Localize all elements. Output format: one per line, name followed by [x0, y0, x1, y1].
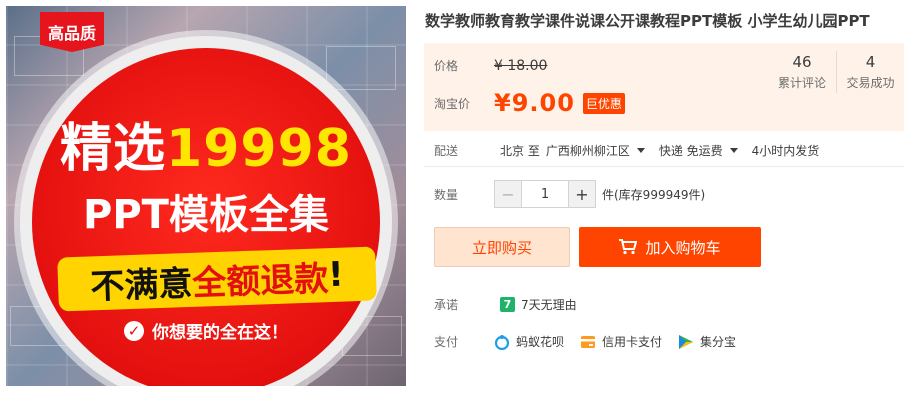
stock-info: 件(库存999949件): [602, 187, 706, 202]
payment-jifenbao[interactable]: 集分宝: [678, 333, 736, 350]
original-price: ¥ 18.00: [494, 57, 548, 74]
promo-price-label: 淘宝价: [434, 96, 471, 111]
chevron-down-icon: [729, 148, 738, 153]
payment-huabei[interactable]: 蚂蚁花呗: [494, 333, 564, 350]
payment-row: 支付 蚂蚁花呗 信用卡支付 集分宝: [434, 333, 752, 350]
seven-day-return-icon: 7: [500, 297, 515, 312]
stat-transactions[interactable]: 4 交易成功: [836, 51, 904, 93]
quantity-decrease-button[interactable]: −: [495, 181, 521, 207]
price-label: 价格: [434, 59, 459, 73]
cart-icon: [619, 239, 638, 255]
banner-text-black: 不满意: [89, 263, 194, 307]
product-main-image[interactable]: 高品质 精选19998 PPT模板全集 不满意 全额退款! ✓ 你想要的全在这！: [6, 6, 406, 386]
dispatch-time: 4小时内发货: [751, 144, 820, 158]
image-check-line: ✓ 你想要的全在这！: [6, 318, 406, 343]
shipping-method-select[interactable]: 快递 免运费: [659, 142, 738, 159]
payment-method-name: 集分宝: [700, 335, 737, 349]
stat-label: 累计评论: [777, 76, 826, 90]
original-price-row: 价格 ¥ 18.00: [434, 57, 547, 74]
divider: [424, 166, 904, 167]
shipping-method: 快递 免运费: [658, 144, 723, 158]
quantity-label: 数量: [434, 187, 459, 202]
check-circle-icon: ✓: [124, 320, 144, 341]
banner-text-exclaim: !: [327, 254, 345, 296]
jifenbao-icon: [679, 334, 694, 349]
promo-tag: 巨优惠: [582, 92, 625, 114]
stat-number: 4: [865, 53, 876, 71]
delivery-from: 北京 至: [500, 144, 540, 158]
promise-row: 承诺 7 7天无理由: [434, 296, 577, 313]
add-to-cart-label: 加入购物车: [645, 238, 721, 257]
high-quality-badge: 高品质: [40, 12, 104, 52]
stat-reviews[interactable]: 46 累计评论: [768, 51, 836, 93]
add-to-cart-button[interactable]: 加入购物车: [579, 227, 761, 267]
image-headline-prefix: 精选: [60, 119, 167, 179]
product-title: 数学教师教育教学课件说课公开课教程PPT模板 小学生幼儿园PPT: [425, 12, 870, 30]
promo-price-row: 淘宝价 ¥9.00 巨优惠: [434, 89, 625, 117]
delivery-destination: 广西柳州柳江区: [545, 144, 630, 158]
delivery-row: 配送 北京 至 广西柳州柳江区 快递 免运费 4小时内发货: [434, 142, 819, 159]
payment-label: 支付: [434, 335, 459, 349]
quantity-input[interactable]: [521, 181, 569, 207]
promo-price: ¥9.00: [494, 89, 575, 117]
credit-card-icon: [581, 335, 596, 348]
image-refund-banner: 不满意 全额退款!: [57, 246, 377, 312]
quantity-stepper: − +: [494, 180, 596, 208]
stat-number: 46: [792, 53, 812, 71]
stat-label: 交易成功: [846, 76, 895, 90]
delivery-destination-select[interactable]: 广西柳州柳江区: [546, 142, 645, 159]
chevron-down-icon: [636, 148, 645, 153]
image-tile: [326, 46, 396, 90]
quantity-increase-button[interactable]: +: [569, 181, 595, 207]
banner-text-red: 全额退款: [191, 258, 329, 304]
delivery-label: 配送: [434, 144, 459, 158]
image-check-text: 你想要的全在这！: [152, 323, 288, 343]
payment-method-name: 蚂蚁花呗: [516, 335, 565, 349]
promise-label: 承诺: [434, 298, 459, 312]
price-panel: 价格 ¥ 18.00 淘宝价 ¥9.00 巨优惠 46 累计评论 4 交易成功: [424, 43, 904, 131]
image-headline-number: 19998: [166, 119, 352, 179]
promise-text[interactable]: 7天无理由: [521, 296, 577, 313]
sales-stats: 46 累计评论 4 交易成功: [768, 51, 904, 93]
product-detail-page: 高品质 精选19998 PPT模板全集 不满意 全额退款! ✓ 你想要的全在这！ …: [0, 0, 907, 409]
huabei-icon: [494, 334, 510, 350]
image-subheadline: PPT模板全集: [83, 192, 329, 238]
payment-method-name: 信用卡支付: [602, 335, 663, 349]
payment-credit-card[interactable]: 信用卡支付: [580, 333, 662, 350]
buy-now-button[interactable]: 立即购买: [434, 227, 570, 267]
quantity-row: 数量 − + 件(库存999949件): [434, 180, 705, 208]
image-headline: 精选19998: [6, 106, 406, 181]
